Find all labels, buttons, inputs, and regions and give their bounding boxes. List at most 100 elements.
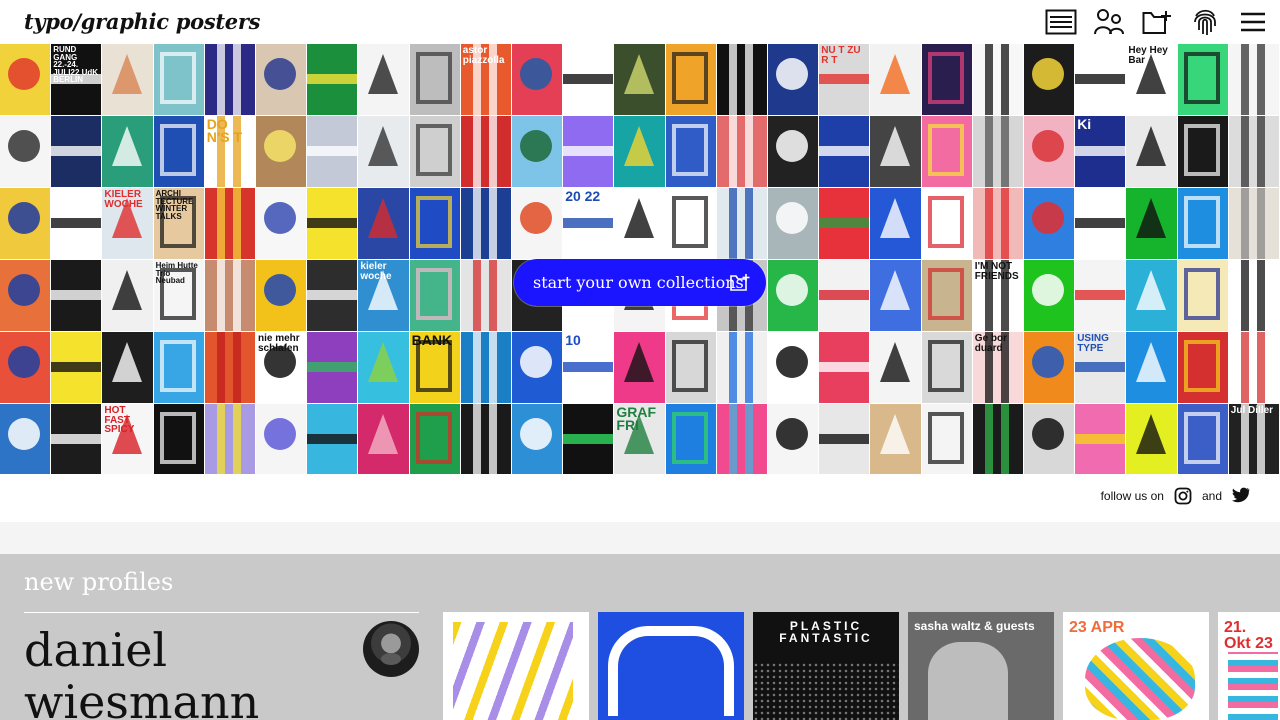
poster-thumbnail[interactable] <box>0 332 51 403</box>
poster-thumbnail[interactable] <box>204 260 255 331</box>
poster-thumbnail[interactable] <box>870 260 921 331</box>
profile-name[interactable]: daniel wiesmann <box>24 624 354 720</box>
poster-thumbnail[interactable] <box>870 332 921 403</box>
poster-thumbnail[interactable] <box>51 116 102 187</box>
poster-thumbnail[interactable] <box>460 188 511 259</box>
profile-poster-thumbnail[interactable] <box>598 612 744 720</box>
poster-thumbnail[interactable]: kieler woche <box>358 260 409 331</box>
menu-icon[interactable] <box>1236 6 1270 38</box>
poster-thumbnail[interactable] <box>256 404 307 474</box>
poster-thumbnail[interactable] <box>1024 404 1075 474</box>
poster-thumbnail[interactable] <box>665 332 716 403</box>
poster-thumbnail[interactable] <box>768 404 819 474</box>
poster-thumbnail[interactable] <box>1228 116 1279 187</box>
poster-thumbnail[interactable] <box>256 188 307 259</box>
poster-thumbnail[interactable] <box>358 404 409 474</box>
poster-thumbnail[interactable]: HOT FAST SPICY <box>102 404 153 474</box>
poster-thumbnail[interactable] <box>972 44 1023 115</box>
poster-thumbnail[interactable] <box>1024 44 1075 115</box>
poster-thumbnail[interactable] <box>665 404 716 474</box>
poster-thumbnail[interactable] <box>972 116 1023 187</box>
poster-thumbnail[interactable] <box>0 404 51 474</box>
poster-thumbnail[interactable] <box>563 404 614 474</box>
poster-thumbnail[interactable] <box>870 404 921 474</box>
poster-thumbnail[interactable] <box>512 116 563 187</box>
poster-thumbnail[interactable] <box>409 116 460 187</box>
poster-thumbnail[interactable] <box>358 44 409 115</box>
poster-thumbnail[interactable]: Ge bor duard <box>972 332 1023 403</box>
poster-thumbnail[interactable]: nie mehr schlafen <box>256 332 307 403</box>
poster-thumbnail[interactable] <box>614 116 665 187</box>
poster-thumbnail[interactable] <box>1228 44 1279 115</box>
add-collection-icon[interactable] <box>1140 6 1174 38</box>
poster-thumbnail[interactable] <box>716 404 767 474</box>
poster-thumbnail[interactable] <box>0 260 51 331</box>
poster-thumbnail[interactable] <box>51 188 102 259</box>
poster-thumbnail[interactable] <box>665 116 716 187</box>
poster-thumbnail[interactable] <box>256 116 307 187</box>
poster-thumbnail[interactable]: Ki <box>1075 116 1126 187</box>
poster-thumbnail[interactable] <box>1126 260 1177 331</box>
poster-thumbnail[interactable] <box>1177 44 1228 115</box>
poster-thumbnail[interactable] <box>460 332 511 403</box>
instagram-icon[interactable] <box>1174 487 1192 505</box>
poster-thumbnail[interactable] <box>819 188 870 259</box>
poster-thumbnail[interactable] <box>1024 332 1075 403</box>
poster-thumbnail[interactable] <box>614 44 665 115</box>
poster-thumbnail[interactable] <box>768 332 819 403</box>
poster-thumbnail[interactable]: DO N'S T <box>204 116 255 187</box>
fingerprint-icon[interactable] <box>1188 6 1222 38</box>
poster-thumbnail[interactable]: Heim Hutte Trio Neubad <box>153 260 204 331</box>
poster-thumbnail[interactable] <box>1228 332 1279 403</box>
poster-thumbnail[interactable] <box>51 260 102 331</box>
poster-thumbnail[interactable] <box>716 116 767 187</box>
poster-thumbnail[interactable] <box>0 116 51 187</box>
poster-thumbnail[interactable] <box>1177 260 1228 331</box>
poster-thumbnail[interactable] <box>819 260 870 331</box>
poster-thumbnail[interactable] <box>1024 260 1075 331</box>
poster-thumbnail[interactable]: 20 22 <box>563 188 614 259</box>
poster-thumbnail[interactable] <box>1024 116 1075 187</box>
poster-thumbnail[interactable] <box>1126 404 1177 474</box>
poster-thumbnail[interactable] <box>0 188 51 259</box>
poster-thumbnail[interactable] <box>102 44 153 115</box>
poster-thumbnail[interactable] <box>1228 188 1279 259</box>
poster-thumbnail[interactable] <box>512 404 563 474</box>
poster-thumbnail[interactable] <box>614 188 665 259</box>
poster-thumbnail[interactable] <box>768 116 819 187</box>
poster-thumbnail[interactable] <box>102 260 153 331</box>
poster-thumbnail[interactable] <box>307 260 358 331</box>
start-collections-button[interactable]: start your own collections <box>514 259 766 306</box>
poster-thumbnail[interactable] <box>921 260 972 331</box>
poster-thumbnail[interactable]: USING TYPE <box>1075 332 1126 403</box>
poster-thumbnail[interactable] <box>1024 188 1075 259</box>
poster-thumbnail[interactable] <box>665 188 716 259</box>
poster-thumbnail[interactable] <box>819 332 870 403</box>
poster-thumbnail[interactable] <box>921 188 972 259</box>
poster-thumbnail[interactable] <box>51 404 102 474</box>
poster-thumbnail[interactable] <box>1075 188 1126 259</box>
profile-poster-thumbnail[interactable]: sasha waltz & guests <box>908 612 1054 720</box>
poster-thumbnail[interactable] <box>153 116 204 187</box>
poster-thumbnail[interactable] <box>0 44 51 115</box>
poster-thumbnail[interactable] <box>307 404 358 474</box>
poster-thumbnail[interactable] <box>768 44 819 115</box>
poster-thumbnail[interactable] <box>921 332 972 403</box>
poster-thumbnail[interactable] <box>1075 404 1126 474</box>
poster-thumbnail[interactable] <box>870 44 921 115</box>
poster-thumbnail[interactable] <box>716 332 767 403</box>
profile-poster-thumbnail[interactable]: PLASTIC FANTASTIC <box>753 612 899 720</box>
poster-thumbnail[interactable] <box>409 188 460 259</box>
poster-thumbnail[interactable]: KIELER WOCHE <box>102 188 153 259</box>
poster-thumbnail[interactable] <box>1177 332 1228 403</box>
poster-thumbnail[interactable]: Jul Diller <box>1228 404 1279 474</box>
poster-thumbnail[interactable] <box>153 44 204 115</box>
poster-thumbnail[interactable] <box>972 188 1023 259</box>
poster-thumbnail[interactable] <box>256 260 307 331</box>
poster-thumbnail[interactable] <box>409 44 460 115</box>
poster-thumbnail[interactable] <box>1228 260 1279 331</box>
poster-thumbnail[interactable]: 10 <box>563 332 614 403</box>
poster-thumbnail[interactable] <box>819 116 870 187</box>
poster-thumbnail[interactable] <box>358 332 409 403</box>
poster-thumbnail[interactable]: NU T ZU R T <box>819 44 870 115</box>
